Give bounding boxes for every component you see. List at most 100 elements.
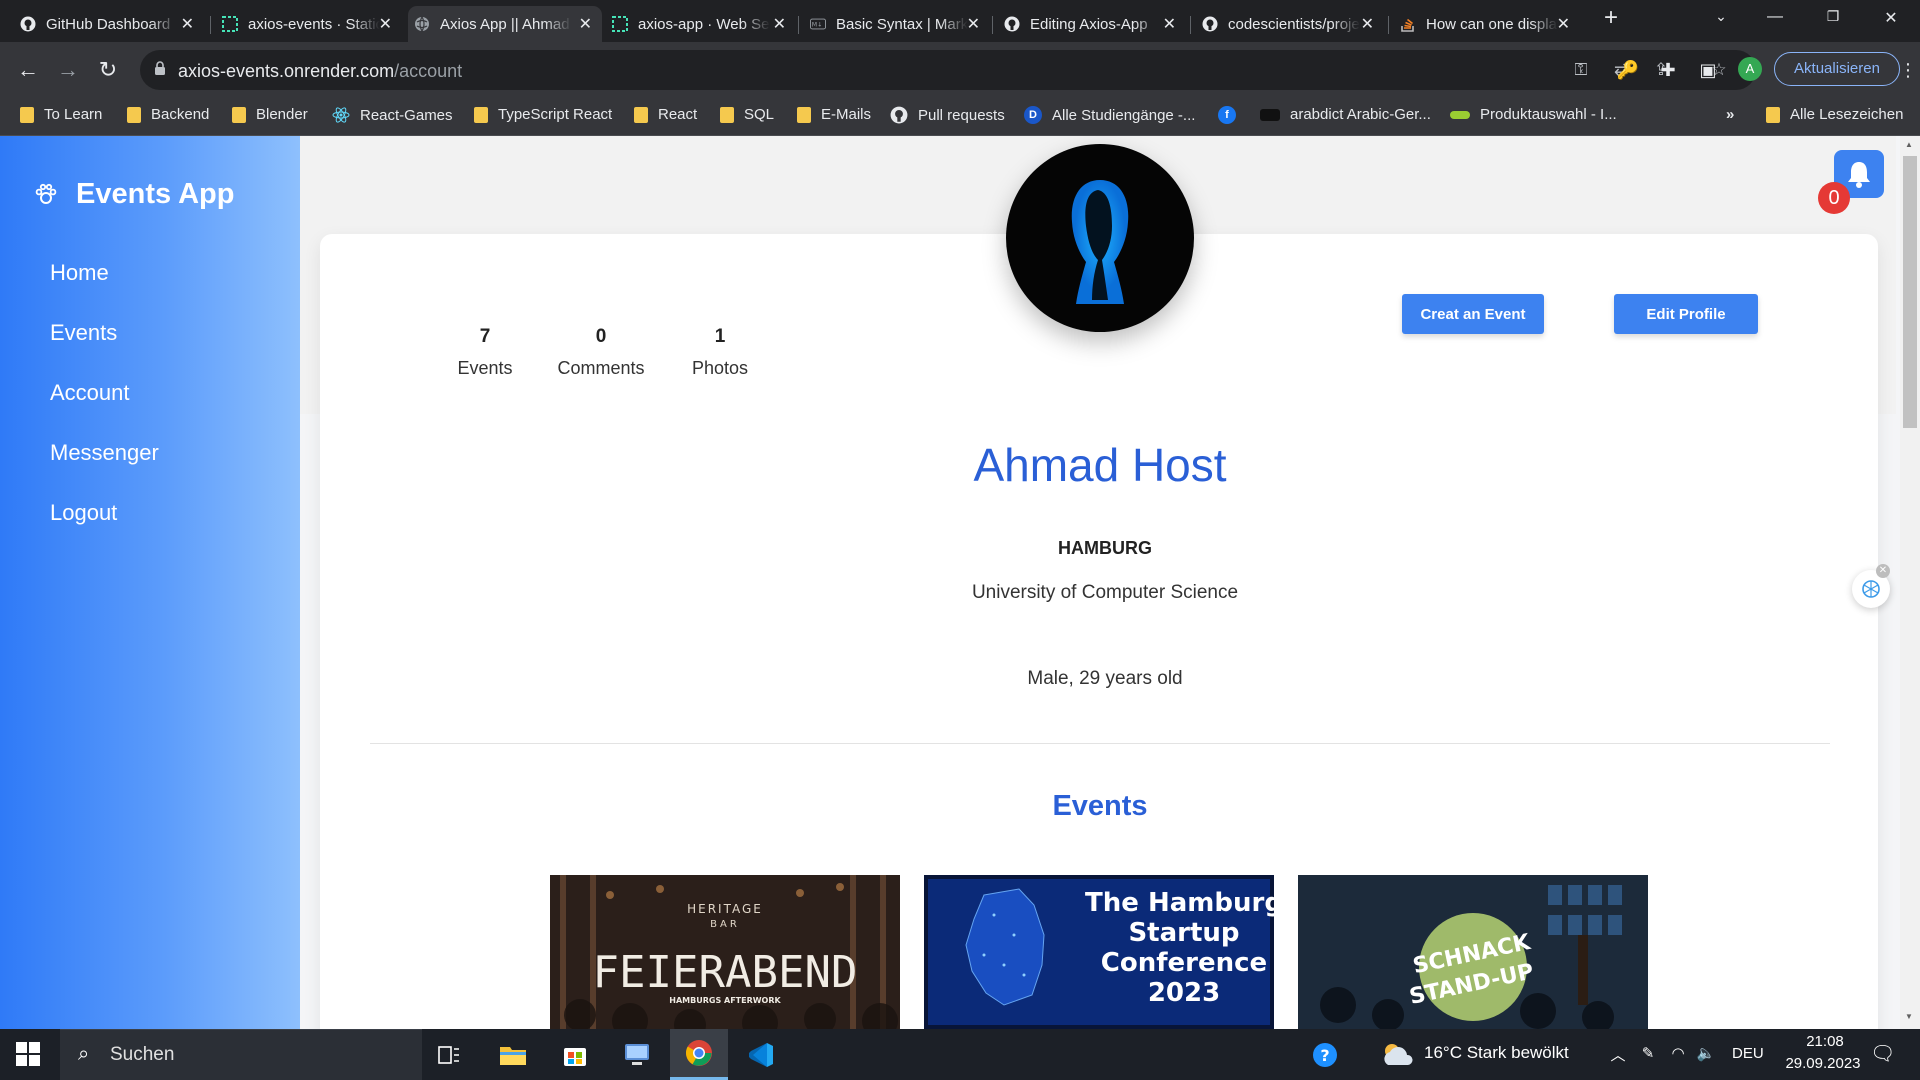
bookmark-arabdict[interactable]: arabdict Arabic-Ger... xyxy=(1260,106,1431,123)
tab-basic-syntax[interactable]: M↓ Basic Syntax | Markdown ✕ xyxy=(804,6,990,42)
bookmark-e-mails[interactable]: E-Mails xyxy=(797,106,871,123)
page-viewport: Events App Home Events Account Messenger… xyxy=(0,136,1920,1029)
speaker-icon[interactable]: 🔈 xyxy=(1696,1044,1716,1062)
page-scrollbar[interactable]: ▲ ▼ xyxy=(1900,136,1920,1029)
bookmark-pull-requests[interactable]: Pull requests xyxy=(890,106,1005,124)
microsoft-store-icon[interactable] xyxy=(546,1029,604,1080)
create-event-button[interactable]: Creat an Event xyxy=(1402,294,1544,334)
close-window-button[interactable]: ✕ xyxy=(1876,8,1906,28)
tab-axios-app-web-service[interactable]: axios-app · Web Service ✕ xyxy=(606,6,796,42)
notification-center-icon[interactable]: 🗨 xyxy=(1870,1041,1895,1066)
sidebar-item-account[interactable]: Account xyxy=(50,380,130,406)
close-icon[interactable]: ✕ xyxy=(181,14,194,34)
scroll-up-arrow-icon[interactable]: ▲ xyxy=(1905,140,1915,149)
back-button[interactable]: ← xyxy=(14,56,42,84)
new-tab-button[interactable]: + xyxy=(1596,4,1626,32)
wifi-icon[interactable]: ◠ xyxy=(1668,1044,1688,1062)
close-icon[interactable]: ✕ xyxy=(1163,14,1176,34)
all-bookmarks[interactable]: Alle Lesezeichen xyxy=(1766,106,1903,123)
chrome-icon[interactable] xyxy=(670,1029,728,1080)
bookmark-facebook[interactable]: f xyxy=(1218,106,1246,124)
tab-title: Axios App || Ahmad xyxy=(440,15,570,33)
clock-date[interactable]: 29.09.2023 xyxy=(1776,1055,1870,1072)
tab-axios-events[interactable]: axios-events · Static Site ✕ xyxy=(216,6,402,42)
tab-github-dashboard[interactable]: GitHub Dashboard ✕ xyxy=(14,6,204,42)
update-button[interactable]: Aktualisieren xyxy=(1774,52,1900,86)
bookmark-alle-studiengaenge[interactable]: D Alle Studiengänge -... xyxy=(1024,106,1195,124)
bookmark-to-learn[interactable]: To Learn xyxy=(20,106,102,123)
task-view-icon[interactable] xyxy=(420,1029,478,1080)
minimize-button[interactable]: — xyxy=(1760,8,1790,26)
profile-avatar[interactable]: A xyxy=(1738,57,1762,81)
chevron-up-icon[interactable]: ︿ xyxy=(1608,1044,1628,1065)
scroll-thumb[interactable] xyxy=(1903,156,1917,428)
lock-icon[interactable] xyxy=(154,60,166,76)
close-icon[interactable]: ✕ xyxy=(379,14,392,34)
svg-text:?: ? xyxy=(1320,1046,1329,1065)
close-icon[interactable]: ✕ xyxy=(1557,14,1570,34)
event-text: HERITAGE xyxy=(687,902,763,916)
bookmark-react-games[interactable]: React-Games xyxy=(332,106,453,124)
scroll-down-arrow-icon[interactable]: ▼ xyxy=(1905,1012,1915,1021)
sidebar-item-messenger[interactable]: Messenger xyxy=(50,440,159,466)
reload-button[interactable]: ↻ xyxy=(94,56,122,84)
side-panel-icon[interactable]: ▣ xyxy=(1694,56,1722,84)
tab-editing-axios-app[interactable]: Editing Axios-App ✕ xyxy=(998,6,1186,42)
bookmark-blender[interactable]: Blender xyxy=(232,106,308,123)
close-icon[interactable]: ✕ xyxy=(773,14,786,34)
extensions-puzzle-icon[interactable]: ✚ xyxy=(1654,56,1682,84)
vscode-icon[interactable] xyxy=(732,1029,790,1080)
file-explorer-icon[interactable] xyxy=(484,1029,542,1080)
sidebar-item-events[interactable]: Events xyxy=(50,320,117,346)
facebook-icon: f xyxy=(1218,106,1236,124)
folder-icon xyxy=(1766,106,1780,123)
key-icon[interactable]: ⚿ xyxy=(1570,60,1592,82)
profile-university: University of Computer Science xyxy=(971,582,1239,603)
bookmarks-more-button[interactable]: » xyxy=(1726,106,1734,123)
help-icon[interactable]: ? xyxy=(1296,1029,1354,1080)
close-icon[interactable]: ✕ xyxy=(967,14,980,34)
sidebar-item-logout[interactable]: Logout xyxy=(50,500,117,526)
extension-key-icon[interactable]: 🔑 xyxy=(1614,56,1642,84)
event-card-feierabend[interactable]: HERITAGE BAR FEIERABEND HAMBURGS AFTERWO… xyxy=(550,875,900,1029)
arabdict-icon xyxy=(1260,108,1280,121)
close-icon[interactable]: ✕ xyxy=(1361,14,1374,34)
taskbar-search[interactable]: ⌕ Suchen xyxy=(60,1029,422,1080)
tab-axios-app-active[interactable]: Axios App || Ahmad ✕ xyxy=(408,6,602,42)
tab-codescientists[interactable]: codescientists/project ✕ xyxy=(1196,6,1384,42)
pen-input-icon[interactable]: ✎ xyxy=(1638,1044,1658,1062)
bookmark-sql[interactable]: SQL xyxy=(720,106,774,123)
tab-how-can-one-display[interactable]: How can one display ✕ xyxy=(1394,6,1580,42)
restore-button[interactable]: ❐ xyxy=(1818,8,1848,25)
clock-time[interactable]: 21:08 xyxy=(1790,1033,1860,1050)
windows-start-icon[interactable] xyxy=(16,1042,40,1066)
close-icon[interactable]: ✕ xyxy=(579,14,592,34)
url-text[interactable]: axios-events.onrender.com/account xyxy=(178,61,462,82)
bookmark-label: React-Games xyxy=(360,106,453,124)
stat-label: Photos xyxy=(691,358,749,378)
github-icon xyxy=(20,16,36,32)
bookmark-backend[interactable]: Backend xyxy=(127,106,209,123)
edit-profile-button[interactable]: Edit Profile xyxy=(1614,294,1758,334)
browser-tab-strip: GitHub Dashboard ✕ axios-events · Static… xyxy=(0,0,1920,42)
address-bar[interactable]: axios-events.onrender.com/account ⚿ ⇄ ⇪ … xyxy=(140,50,1756,90)
tab-search-chevron-icon[interactable]: ⌄ xyxy=(1706,8,1736,25)
bookmark-typescript-react[interactable]: TypeScript React xyxy=(474,106,612,123)
brand-title: Events App xyxy=(76,178,235,210)
weather-cloud-icon[interactable] xyxy=(1380,1041,1414,1072)
event-text: HAMBURGS AFTERWORK xyxy=(669,996,781,1005)
menu-kebab-icon[interactable]: ⋮ xyxy=(1894,56,1920,84)
sidebar-item-home[interactable]: Home xyxy=(50,260,109,286)
input-language[interactable]: DEU xyxy=(1732,1045,1764,1062)
svg-text:M↓: M↓ xyxy=(812,22,823,29)
event-card-startup-conference[interactable]: The Hamburg Startup Conference 2023 xyxy=(924,875,1274,1029)
brand[interactable]: Events App xyxy=(34,178,234,211)
remote-desktop-icon[interactable] xyxy=(608,1029,666,1080)
forward-button[interactable]: → xyxy=(54,56,82,84)
bookmark-produktauswahl[interactable]: Produktauswahl - I... xyxy=(1450,106,1617,123)
bookmark-react[interactable]: React xyxy=(634,106,697,123)
event-card-schnack-stand-up[interactable]: SCHNACK STAND-UP xyxy=(1298,875,1648,1029)
close-icon[interactable]: ✕ xyxy=(1876,564,1890,578)
weather-text[interactable]: 16°C Stark bewölkt xyxy=(1424,1043,1569,1063)
bookmark-label: Produktauswahl - I... xyxy=(1480,106,1617,123)
